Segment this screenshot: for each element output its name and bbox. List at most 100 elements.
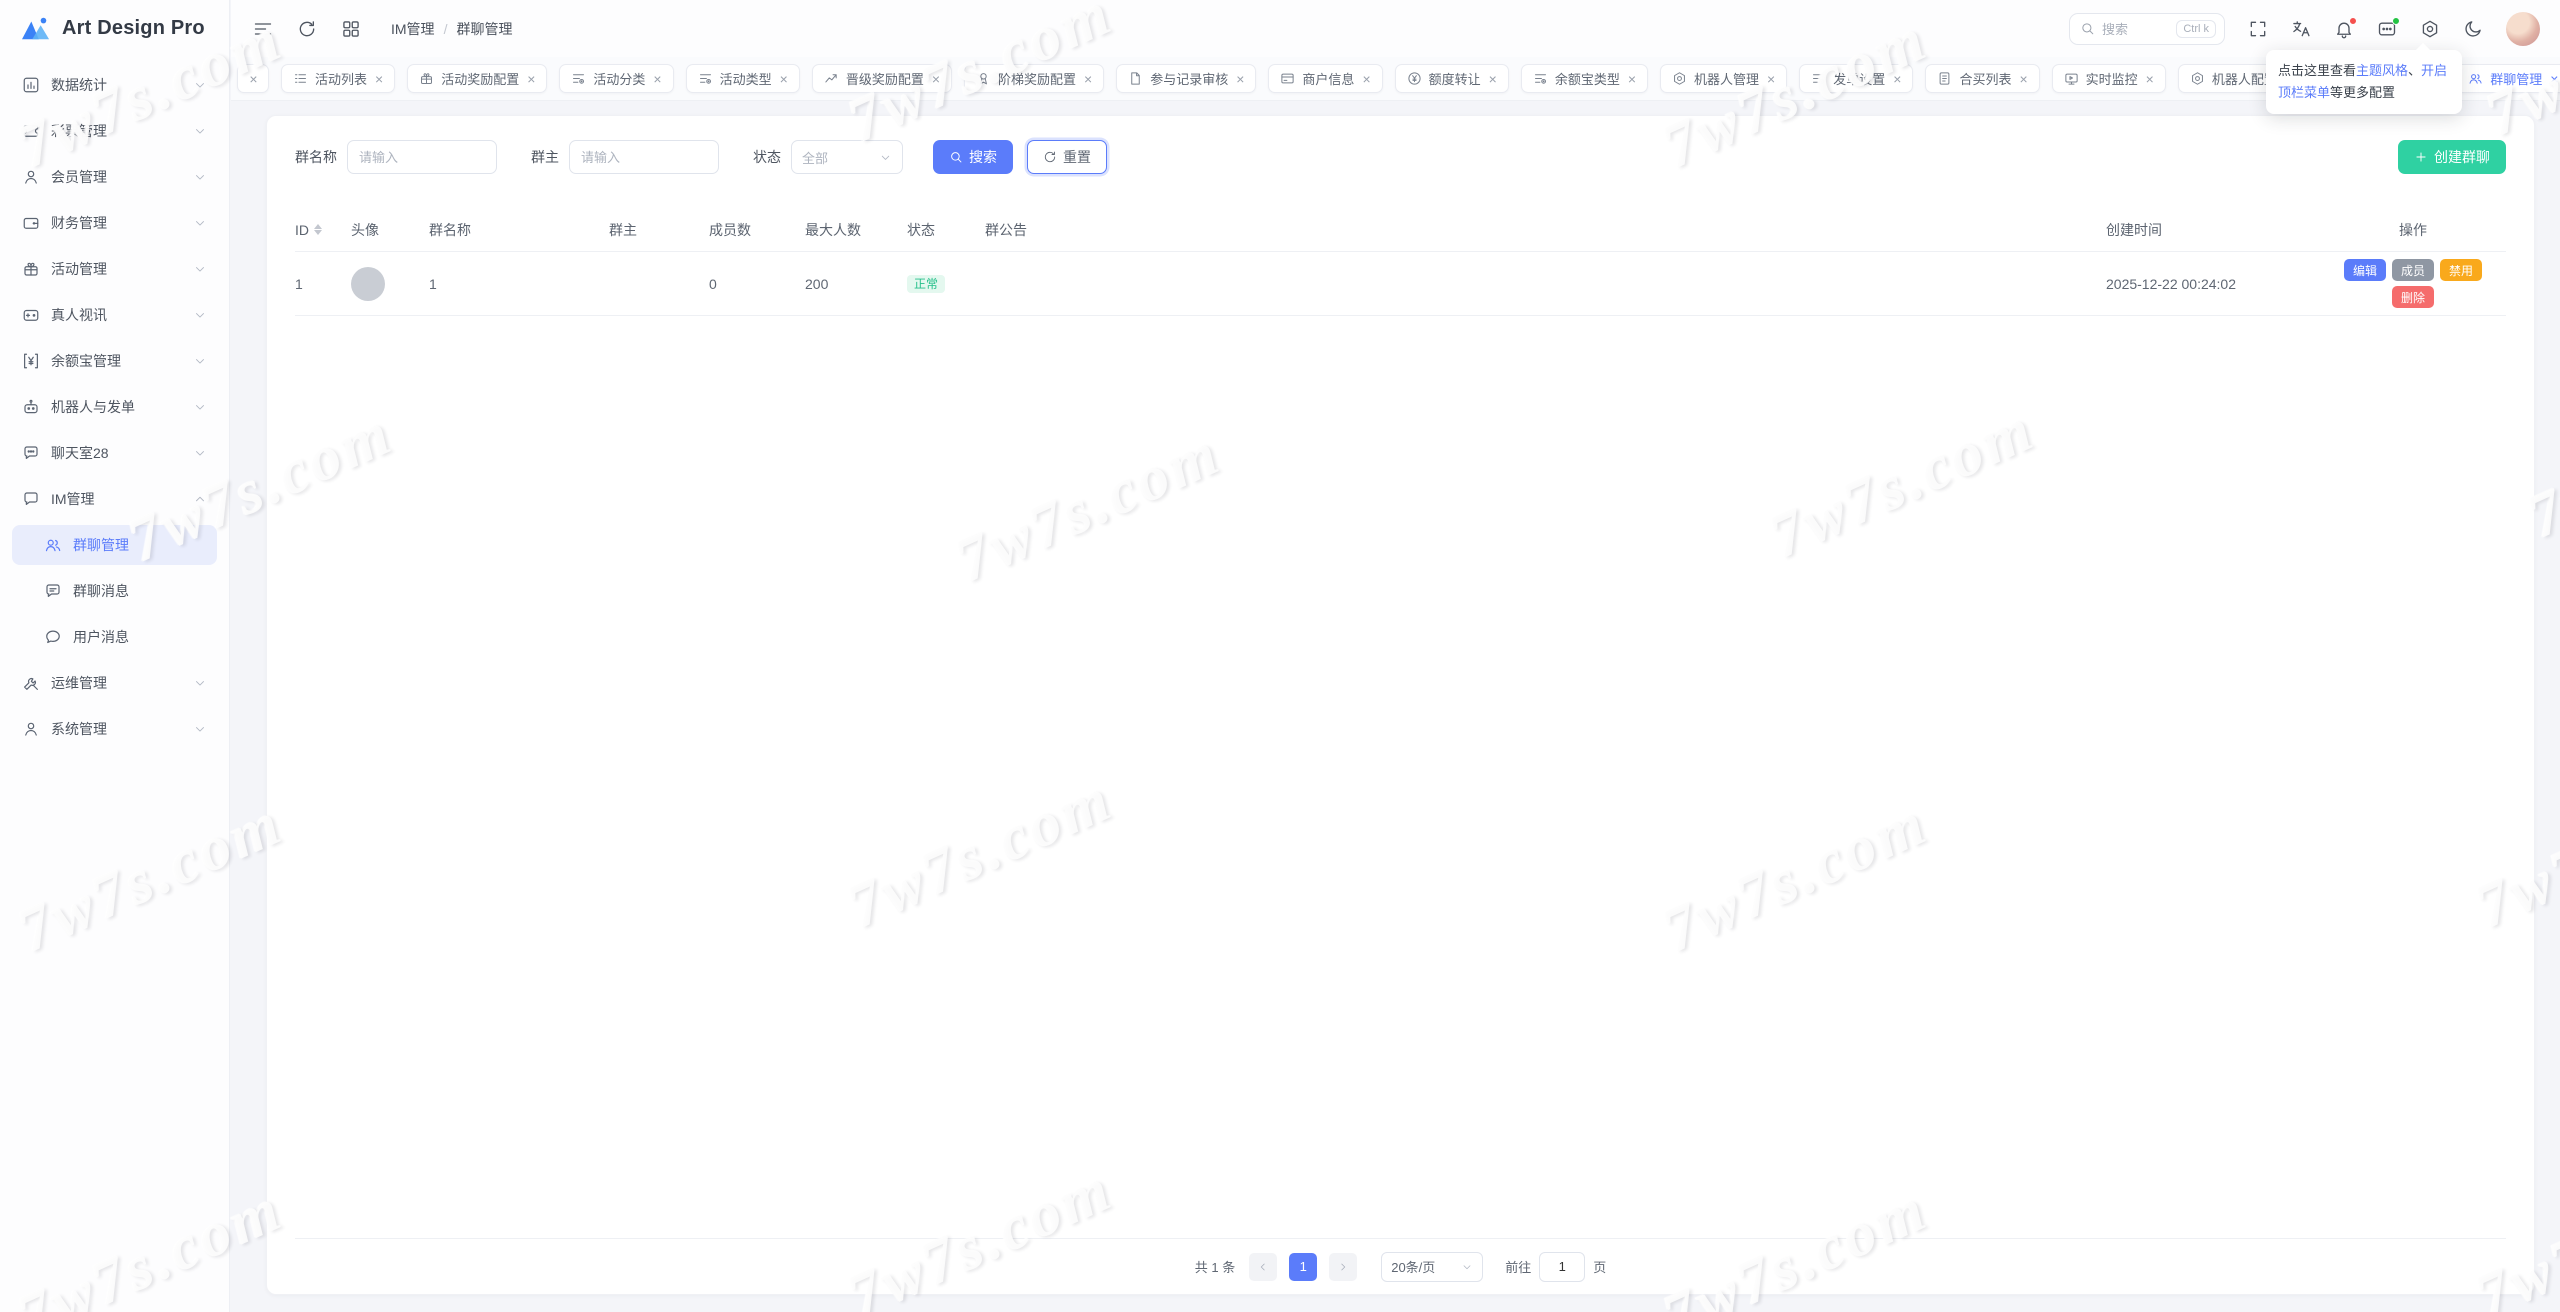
chevron-down-icon	[193, 170, 207, 184]
edit-button[interactable]: 编辑	[2344, 259, 2386, 281]
group-table: ID 头像 群名称 群主 成员数 最大人数 状态 群公告 创建时间 操作 1 1…	[295, 208, 2506, 316]
tab-partial[interactable]: ×	[237, 64, 269, 93]
sidebar-item-im[interactable]: IM管理	[12, 479, 217, 519]
page-number-active[interactable]: 1	[1289, 1253, 1317, 1281]
col-max: 最大人数	[805, 220, 907, 240]
sidebar-item-activities[interactable]: 活动管理	[12, 249, 217, 289]
user-avatar[interactable]	[2506, 12, 2540, 46]
breadcrumb-parent[interactable]: IM管理	[391, 19, 435, 39]
tab-merchant-info[interactable]: 商户信息×	[1268, 64, 1382, 93]
top-header: IM管理 / 群聊管理 搜索 Ctrl k	[231, 0, 2560, 57]
prev-page-button[interactable]	[1249, 1253, 1277, 1281]
col-name: 群名称	[429, 220, 609, 240]
collapse-menu-icon[interactable]	[253, 19, 273, 39]
tab-close-icon[interactable]: ×	[527, 72, 535, 86]
tab-close-icon[interactable]: ×	[1362, 72, 1370, 86]
create-group-button[interactable]: 创建群聊	[2398, 140, 2506, 174]
sidebar-item-live-video[interactable]: 真人视讯	[12, 295, 217, 335]
sidebar-item-data-stats[interactable]: 数据统计	[12, 65, 217, 105]
search-shortcut-badge: Ctrl k	[2176, 20, 2216, 38]
tab-yuebao-type[interactable]: 余额宝类型×	[1521, 64, 1648, 93]
col-owner: 群主	[609, 220, 709, 240]
tab-promotion-reward-config[interactable]: 晋级奖励配置×	[812, 64, 952, 93]
members-button[interactable]: 成员	[2392, 259, 2434, 281]
sidebar-item-yuebao[interactable]: 余额宝管理	[12, 341, 217, 381]
dark-mode-moon-icon[interactable]	[2463, 19, 2483, 39]
sidebar-item-chatroom28[interactable]: 聊天室28	[12, 433, 217, 473]
sidebar-item-label: 会员管理	[51, 167, 107, 187]
sidebar-item-user-msg[interactable]: 用户消息	[12, 617, 217, 657]
fullscreen-icon[interactable]	[2248, 19, 2268, 39]
tab-activity-category[interactable]: 活动分类×	[559, 64, 673, 93]
sidebar-item-robot[interactable]: 机器人与发单	[12, 387, 217, 427]
tab-group-chat-mgmt-active[interactable]: 群聊管理×	[2456, 64, 2560, 93]
table-row: 1 1 0 200 正常 2025-12-22 00:24:02 编辑 成员 禁…	[295, 252, 2506, 316]
message-dot	[2392, 17, 2400, 25]
tab-close-icon[interactable]: ×	[2019, 72, 2027, 86]
sidebar-item-label: IM管理	[51, 489, 95, 509]
tab-quota-transfer[interactable]: 额度转让×	[1395, 64, 1509, 93]
sidebar-item-finance[interactable]: 财务管理	[12, 203, 217, 243]
status-select[interactable]: 全部	[791, 140, 903, 174]
tab-activity-list[interactable]: 活动列表×	[281, 64, 395, 93]
tab-close-icon[interactable]: ×	[249, 72, 257, 86]
notifications-bell-icon[interactable]	[2334, 19, 2354, 39]
tab-robot-mgmt-1[interactable]: 机器人管理×	[1660, 64, 1787, 93]
group-owner-label: 群主	[531, 147, 559, 167]
col-announcement: 群公告	[985, 220, 2106, 240]
search-button[interactable]: 搜索	[933, 140, 1013, 174]
status-badge: 正常	[907, 275, 945, 293]
tab-close-icon[interactable]: ×	[1489, 72, 1497, 86]
tooltip-theme-link[interactable]: 主题风格	[2356, 63, 2408, 78]
sidebar-item-group-chat-mgmt[interactable]: 群聊管理	[12, 525, 217, 565]
tab-close-icon[interactable]: ×	[1236, 72, 1244, 86]
tab-close-icon[interactable]: ×	[932, 72, 940, 86]
tab-participation-audit[interactable]: 参与记录审核×	[1116, 64, 1256, 93]
tab-activity-reward-config[interactable]: 活动奖励配置×	[407, 64, 547, 93]
tab-close-icon[interactable]: ×	[1628, 72, 1636, 86]
tab-close-icon[interactable]: ×	[2550, 72, 2558, 86]
next-page-button[interactable]	[1329, 1253, 1357, 1281]
messages-icon[interactable]	[2377, 19, 2397, 39]
global-search-input[interactable]: 搜索 Ctrl k	[2069, 13, 2225, 45]
table-header-row: ID 头像 群名称 群主 成员数 最大人数 状态 群公告 创建时间 操作	[295, 208, 2506, 252]
tab-close-icon[interactable]: ×	[1893, 72, 1901, 86]
sidebar-item-label: 彩票管理	[51, 121, 107, 141]
tab-close-icon[interactable]: ×	[1767, 72, 1775, 86]
disable-button[interactable]: 禁用	[2440, 259, 2482, 281]
tab-order-settings[interactable]: 发单设置×	[1799, 64, 1913, 93]
tab-group-buy-list[interactable]: 合买列表×	[1925, 64, 2039, 93]
sidebar-item-system[interactable]: 系统管理	[12, 709, 217, 749]
chevron-down-icon	[193, 262, 207, 276]
goto-unit-label: 页	[1593, 1257, 1606, 1276]
sort-carets-icon[interactable]	[312, 222, 324, 238]
grid-apps-icon[interactable]	[341, 19, 361, 39]
goto-page-input[interactable]	[1539, 1252, 1585, 1282]
tab-close-icon[interactable]: ×	[1084, 72, 1092, 86]
translate-icon[interactable]	[2291, 19, 2311, 39]
delete-button[interactable]: 删除	[2392, 286, 2434, 308]
page-size-select[interactable]: 20条/页	[1381, 1252, 1483, 1282]
tab-ladder-reward-config[interactable]: 阶梯奖励配置×	[964, 64, 1104, 93]
tab-activity-type[interactable]: 活动类型×	[686, 64, 800, 93]
group-name-input[interactable]	[347, 140, 497, 174]
tab-close-icon[interactable]: ×	[653, 72, 661, 86]
sidebar-item-group-chat-msg[interactable]: 群聊消息	[12, 571, 217, 611]
tab-close-icon[interactable]: ×	[2146, 72, 2154, 86]
sidebar-item-members[interactable]: 会员管理	[12, 157, 217, 197]
col-avatar: 头像	[351, 220, 429, 240]
reset-button[interactable]: 重置	[1027, 140, 1107, 174]
group-owner-input[interactable]	[569, 140, 719, 174]
cell-max: 200	[805, 276, 907, 292]
row-actions: 编辑 成员 禁用 删除	[2328, 259, 2498, 308]
chevron-down-icon	[193, 400, 207, 414]
main-content-card: 群名称 群主 状态 全部 搜索 重置 创建群聊 ID 头像 群名称	[266, 115, 2535, 1295]
tab-close-icon[interactable]: ×	[780, 72, 788, 86]
settings-gear-icon[interactable]	[2420, 19, 2440, 39]
sidebar-item-lottery[interactable]: 彩票管理	[12, 111, 217, 151]
chevron-down-icon	[1461, 1261, 1473, 1273]
refresh-icon[interactable]	[297, 19, 317, 39]
sidebar-item-ops[interactable]: 运维管理	[12, 663, 217, 703]
tab-live-monitor[interactable]: 实时监控×	[2052, 64, 2166, 93]
tab-close-icon[interactable]: ×	[375, 72, 383, 86]
